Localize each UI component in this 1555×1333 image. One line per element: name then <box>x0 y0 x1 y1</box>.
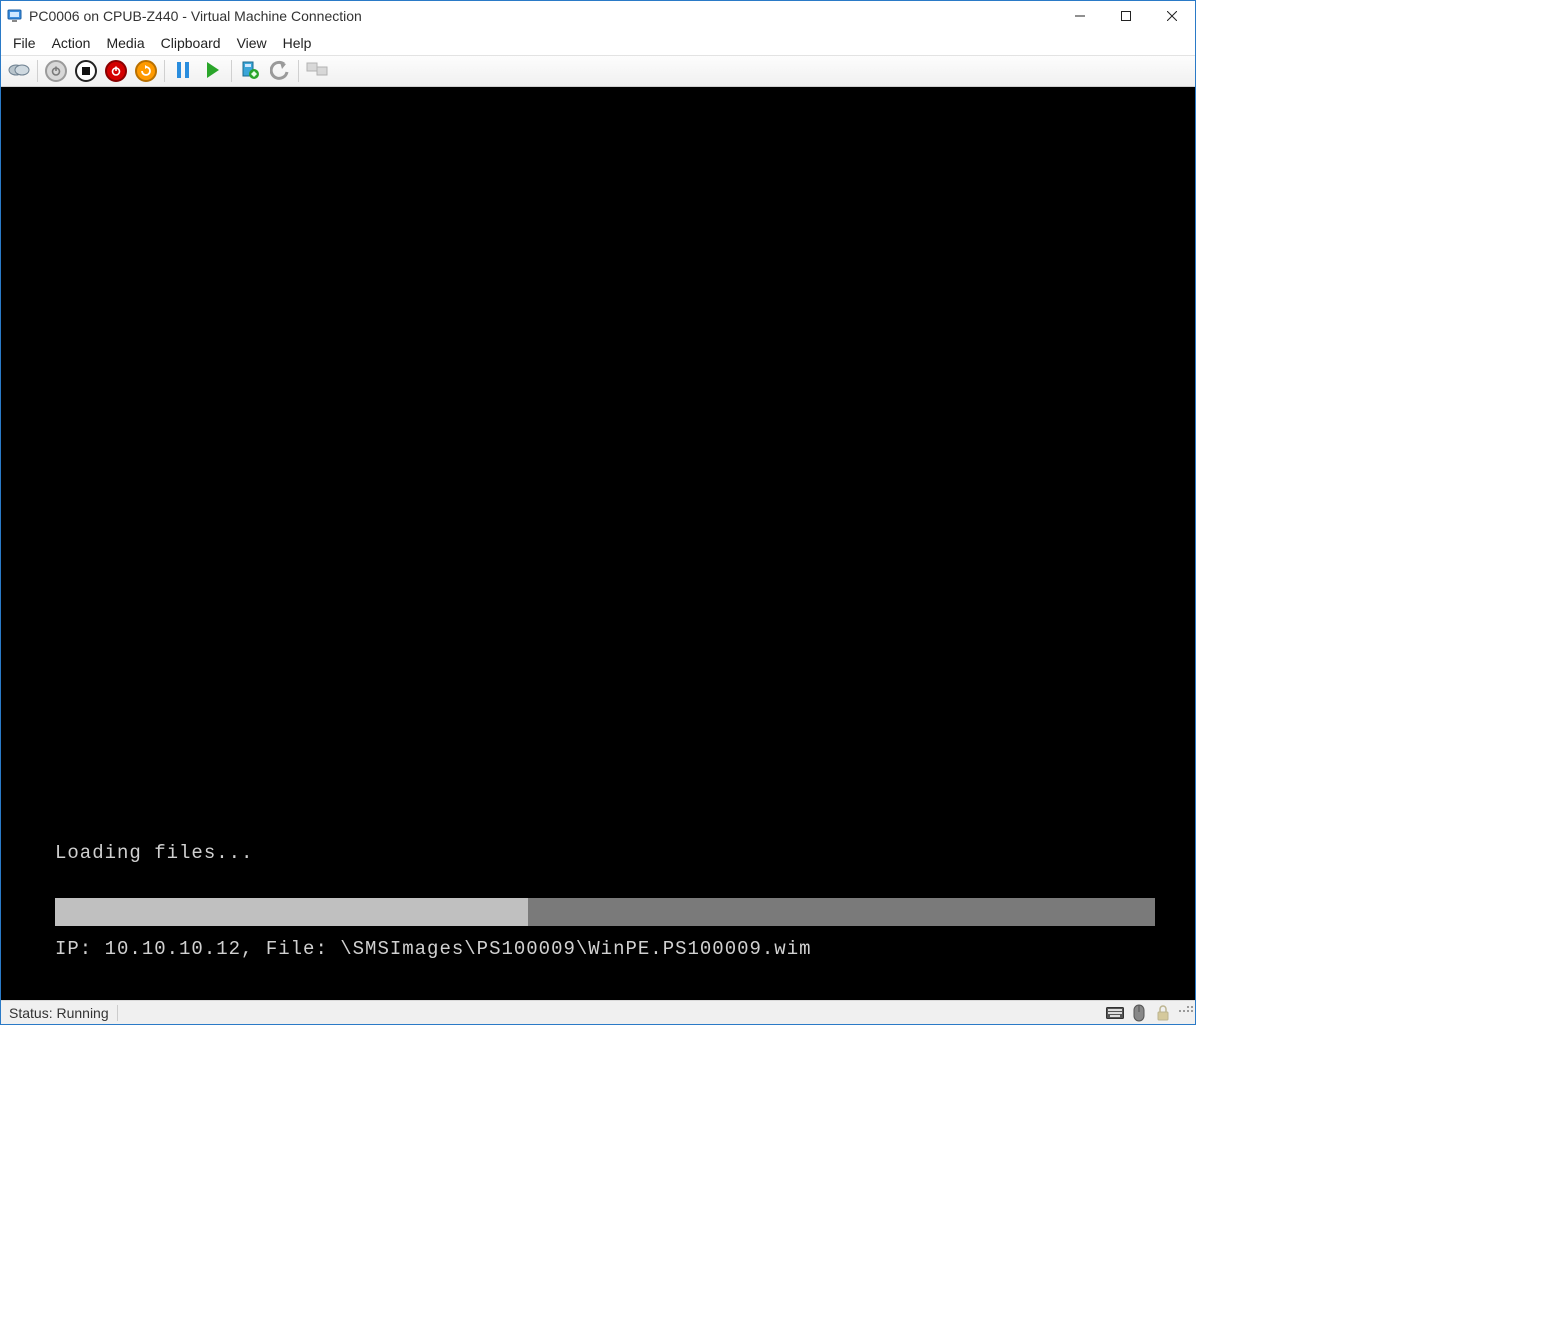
menu-view[interactable]: View <box>229 33 275 53</box>
toolbar-separator <box>164 60 165 82</box>
close-button[interactable] <box>1149 1 1195 31</box>
menu-action[interactable]: Action <box>44 33 99 53</box>
toolbar <box>1 55 1195 87</box>
mouse-icon <box>1129 1003 1149 1023</box>
lock-icon <box>1153 1003 1173 1023</box>
power-off-icon <box>45 60 67 82</box>
app-icon <box>7 8 23 24</box>
shutdown-button[interactable] <box>72 57 100 85</box>
loading-label: Loading files... <box>55 842 1155 864</box>
force-off-button[interactable] <box>102 57 130 85</box>
boot-screen: Loading files... IP: 10.10.10.12, File: … <box>55 842 1155 960</box>
toolbar-separator <box>231 60 232 82</box>
pause-button[interactable] <box>169 57 197 85</box>
ctrl-alt-del-icon <box>8 62 30 81</box>
status-text: Status: Running <box>1 1001 117 1024</box>
enhanced-session-icon <box>306 61 328 82</box>
window-controls <box>1057 1 1195 31</box>
checkpoint-icon <box>240 60 260 83</box>
start-button[interactable] <box>199 57 227 85</box>
pause-icon <box>175 61 191 82</box>
progress-fill <box>55 898 528 926</box>
maximize-button[interactable] <box>1103 1 1149 31</box>
ctrl-alt-del-button[interactable] <box>5 57 33 85</box>
progress-bar <box>55 898 1155 926</box>
resize-grip[interactable] <box>1179 1006 1193 1020</box>
menu-media[interactable]: Media <box>98 33 152 53</box>
minimize-button[interactable] <box>1057 1 1103 31</box>
force-off-icon <box>105 60 127 82</box>
reset-icon <box>135 60 157 82</box>
loading-detail: IP: 10.10.10.12, File: \SMSImages\PS1000… <box>55 938 1155 960</box>
revert-button[interactable] <box>266 57 294 85</box>
checkpoint-button[interactable] <box>236 57 264 85</box>
titlebar: PC0006 on CPUB-Z440 - Virtual Machine Co… <box>1 1 1195 31</box>
vm-connection-window: PC0006 on CPUB-Z440 - Virtual Machine Co… <box>0 0 1196 1025</box>
window-title: PC0006 on CPUB-Z440 - Virtual Machine Co… <box>29 8 1057 24</box>
menubar: File Action Media Clipboard View Help <box>1 31 1195 55</box>
toolbar-separator <box>298 60 299 82</box>
start-icon <box>205 61 221 82</box>
vm-display[interactable]: Loading files... IP: 10.10.10.12, File: … <box>1 87 1195 1000</box>
keyboard-icon <box>1105 1003 1125 1023</box>
toolbar-separator <box>37 60 38 82</box>
revert-icon <box>270 60 290 83</box>
turn-off-button[interactable] <box>42 57 70 85</box>
statusbar: Status: Running <box>1 1000 1195 1024</box>
reset-button[interactable] <box>132 57 160 85</box>
enhanced-session-button[interactable] <box>303 57 331 85</box>
menu-file[interactable]: File <box>5 33 44 53</box>
stop-icon <box>75 60 97 82</box>
menu-clipboard[interactable]: Clipboard <box>153 33 229 53</box>
status-separator <box>117 1005 118 1021</box>
menu-help[interactable]: Help <box>275 33 320 53</box>
